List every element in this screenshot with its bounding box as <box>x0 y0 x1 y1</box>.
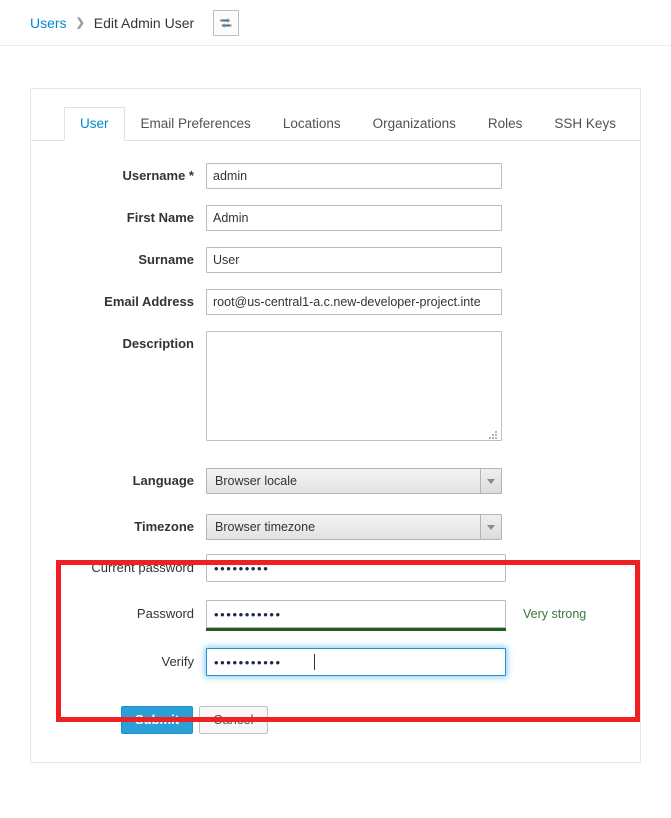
submit-button[interactable]: Submit <box>121 706 194 735</box>
language-label: Language <box>132 473 194 488</box>
email-field-wrap <box>206 289 502 315</box>
chevron-down-icon[interactable] <box>480 515 501 539</box>
username-input[interactable] <box>206 163 502 189</box>
timezone-selected-value: Browser timezone <box>215 520 316 534</box>
timezone-select[interactable]: Browser timezone <box>206 514 502 540</box>
form-row-description: Description <box>31 331 640 444</box>
form-row-current-password: Current password <box>31 554 640 582</box>
user-form: Username * First Name Surname Email Addr… <box>31 141 640 762</box>
timezone-label: Timezone <box>134 519 194 534</box>
surname-field-wrap <box>206 247 502 273</box>
surname-input[interactable] <box>206 247 502 273</box>
language-field-wrap: Browser locale <box>206 468 502 494</box>
form-row-surname: Surname <box>31 247 640 273</box>
description-textarea[interactable] <box>206 331 502 441</box>
text-cursor <box>314 654 315 670</box>
edit-user-panel: User Email Preferences Locations Organiz… <box>30 88 641 764</box>
current-password-input[interactable] <box>206 554 506 582</box>
password-field-wrap: Very strong <box>206 600 587 631</box>
verify-field-wrap <box>206 648 506 676</box>
breadcrumb-separator-icon: ❯ <box>75 17 85 29</box>
password-strength-label: Very strong <box>523 607 587 621</box>
tab-ssh-keys[interactable]: SSH Keys <box>538 107 632 141</box>
current-password-field-wrap <box>206 554 506 582</box>
description-label: Description <box>122 336 194 351</box>
first-name-field-wrap <box>206 205 502 231</box>
password-label: Password <box>136 606 194 621</box>
verify-label: Verify <box>161 654 194 669</box>
first-name-input[interactable] <box>206 205 502 231</box>
exchange-arrows-icon <box>220 17 232 28</box>
surname-label: Surname <box>138 252 194 267</box>
timezone-field-wrap: Browser timezone <box>206 514 502 540</box>
chevron-down-icon[interactable] <box>480 469 501 493</box>
form-row-email: Email Address <box>31 289 640 315</box>
form-row-username: Username * <box>31 163 640 189</box>
tab-email-preferences[interactable]: Email Preferences <box>125 107 267 141</box>
description-field-wrap <box>206 331 502 444</box>
form-actions: Submit Cancel <box>31 676 640 762</box>
username-label: Username * <box>122 168 194 183</box>
form-row-language: Language Browser locale <box>31 468 640 494</box>
password-strength-bar <box>206 628 506 631</box>
tab-organizations[interactable]: Organizations <box>357 107 472 141</box>
verify-input[interactable] <box>206 648 506 676</box>
breadcrumb-link-users[interactable]: Users <box>30 15 67 31</box>
email-input[interactable] <box>206 289 502 315</box>
language-select[interactable]: Browser locale <box>206 468 502 494</box>
breadcrumb: Users ❯ Edit Admin User <box>30 9 240 36</box>
tab-user[interactable]: User <box>64 107 125 141</box>
tab-locations[interactable]: Locations <box>267 107 357 141</box>
form-row-timezone: Timezone Browser timezone <box>31 514 640 540</box>
tab-roles[interactable]: Roles <box>472 107 539 141</box>
password-input[interactable] <box>206 600 506 628</box>
form-row-first-name: First Name <box>31 205 640 231</box>
tab-bar: User Email Preferences Locations Organiz… <box>31 89 640 141</box>
current-password-label: Current password <box>91 560 194 575</box>
breadcrumb-current-page: Edit Admin User <box>93 14 195 31</box>
first-name-label: First Name <box>126 210 194 225</box>
exchange-arrows-icon-button[interactable] <box>213 9 240 36</box>
language-selected-value: Browser locale <box>215 474 297 488</box>
email-label: Email Address <box>104 294 194 309</box>
page-header: Users ❯ Edit Admin User <box>0 0 671 46</box>
username-field-wrap <box>206 163 502 189</box>
form-row-verify: Verify <box>31 648 640 676</box>
password-section: Current password Password Very strong Ve… <box>31 540 640 676</box>
form-row-password: Password Very strong <box>31 600 640 631</box>
cancel-button[interactable]: Cancel <box>199 706 268 735</box>
